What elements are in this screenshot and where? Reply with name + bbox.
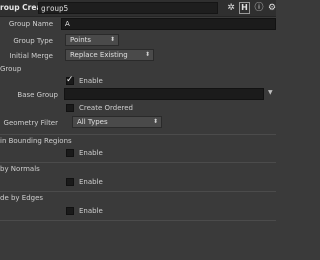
edges-enable-label: Enable [79,207,103,215]
updown-arrow-icon: ⬍ [152,118,158,125]
section-divider [0,134,276,135]
section-divider [0,162,276,163]
base-group-label: Base Group [17,91,58,99]
dropdown-arrow-icon[interactable]: ▼ [268,89,273,96]
geometry-filter-dropdown[interactable]: All Types ⬍ [72,116,162,128]
normals-section-title: by Normals [0,165,40,173]
bounding-enable-checkbox[interactable] [66,149,74,157]
info-icon[interactable]: ⓘ [253,2,265,14]
base-group-field[interactable] [64,88,264,100]
group-type-dropdown[interactable]: Points ⬍ [65,34,119,46]
node-name-field[interactable]: group5 [38,2,218,14]
updown-arrow-icon: ⬍ [144,51,150,58]
parameter-header: roup Create group5 ✲ H ⓘ ⚙ [0,0,276,17]
initial-merge-dropdown[interactable]: Replace Existing ⬍ [65,49,154,61]
checkmark-icon: ✓ [66,75,74,85]
help-icon[interactable]: H [239,2,250,14]
bounding-enable-label: Enable [79,149,103,157]
create-ordered-label: Create Ordered [79,104,133,112]
create-ordered-checkbox[interactable] [66,104,74,112]
base-group-section-title: Group [0,65,22,73]
normals-enable-label: Enable [79,178,103,186]
normals-enable-checkbox[interactable] [66,178,74,186]
group-name-field[interactable]: A [61,18,276,30]
geometry-filter-value: All Types [77,118,108,126]
group-type-value: Points [70,36,92,44]
section-divider [0,191,276,192]
gear-icon[interactable]: ✲ [225,2,237,14]
initial-merge-label: Initial Merge [9,52,53,60]
base-group-enable-label: Enable [79,77,103,85]
section-divider [0,220,276,221]
more-icon[interactable]: ⚙ [266,2,278,14]
updown-arrow-icon: ⬍ [109,36,115,43]
geometry-filter-label: Geometry Filter [3,119,58,127]
bounding-section-title: in Bounding Regions [0,137,72,145]
edges-enable-checkbox[interactable] [66,207,74,215]
edges-section-title: de by Edges [0,194,44,202]
group-name-label: Group Name [8,20,53,28]
group-type-label: Group Type [13,37,53,45]
initial-merge-value: Replace Existing [70,51,128,59]
